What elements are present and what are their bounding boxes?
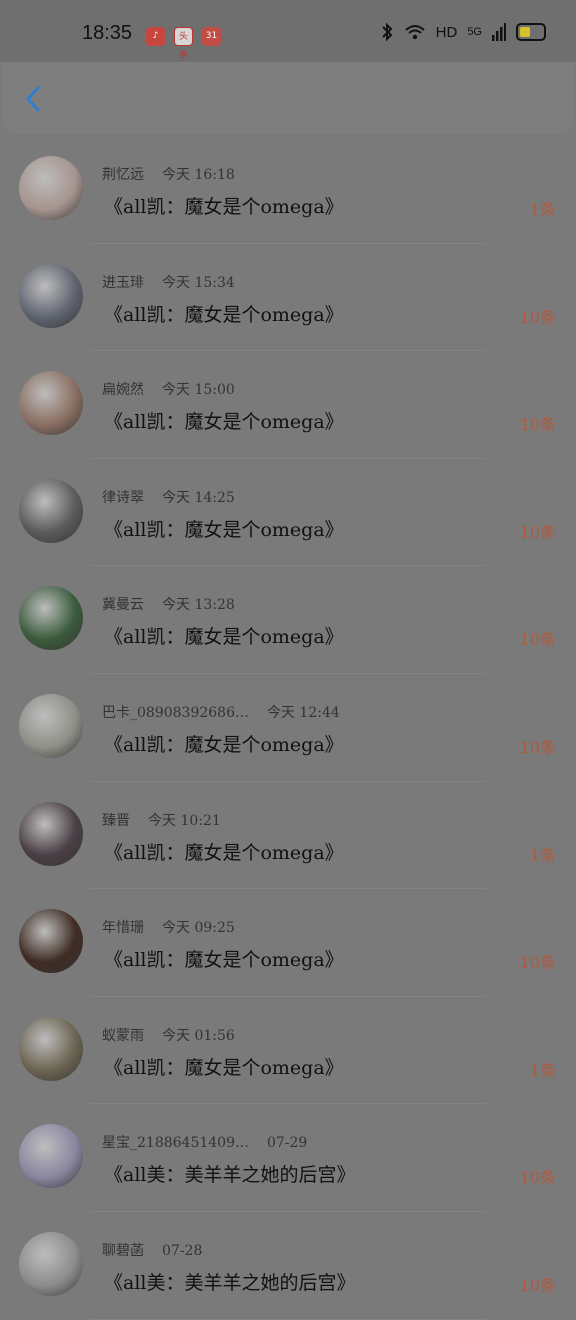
avatar[interactable] bbox=[19, 586, 83, 651]
sender-name: 蚁蒙雨 bbox=[102, 1027, 144, 1044]
hd-indicator: HD bbox=[435, 23, 458, 41]
message-time: 今天 13:28 bbox=[162, 597, 235, 614]
wifi-icon bbox=[404, 25, 425, 40]
list-item[interactable]: 冀曼云 今天 13:28 《all凯：魔女是个omega》 10条 bbox=[0, 566, 576, 674]
list-item[interactable]: 荆忆远 今天 16:18 《all凯：魔女是个omega》 1条 bbox=[0, 136, 576, 244]
sender-name: 扁婉然 bbox=[102, 382, 144, 399]
message-title: 《all凯：魔女是个omega》 bbox=[104, 949, 344, 972]
sender-name: 冀曼云 bbox=[102, 597, 144, 614]
sender-name: 星宝_21886451409… bbox=[102, 1135, 249, 1152]
message-title: 《all凯：魔女是个omega》 bbox=[104, 1056, 344, 1079]
message-count: 10条 bbox=[519, 1275, 556, 1295]
network-indicator: 5G bbox=[467, 26, 482, 38]
divider bbox=[90, 1318, 486, 1320]
list-item[interactable]: 蚁蒙雨 今天 01:56 《all凯：魔女是个omega》 1条 bbox=[0, 997, 576, 1105]
message-count: 1条 bbox=[529, 1060, 556, 1080]
list-item[interactable]: 巴卡_08908392686… 今天 12:44 《all凯：魔女是个omega》… bbox=[0, 674, 576, 782]
list-item[interactable]: 律诗翠 今天 14:25 《all凯：魔女是个omega》 10条 bbox=[0, 459, 576, 567]
sender-line: 聊碧菡 07-28 bbox=[102, 1240, 202, 1260]
message-time: 07-29 bbox=[266, 1135, 308, 1152]
avatar[interactable] bbox=[19, 156, 83, 220]
avatar[interactable] bbox=[19, 1016, 83, 1081]
message-title: 《all凯：魔女是个omega》 bbox=[104, 841, 344, 864]
message-title: 《all美：美羊羊之她的后宫》 bbox=[104, 1164, 356, 1187]
message-count: 10条 bbox=[519, 415, 556, 435]
message-time: 今天 10:21 bbox=[148, 812, 221, 829]
sender-line: 冀曼云 今天 13:28 bbox=[102, 594, 235, 614]
sender-line: 荆忆远 今天 16:18 bbox=[102, 164, 235, 184]
header-bar bbox=[2, 62, 574, 134]
message-time: 今天 14:25 bbox=[162, 489, 235, 506]
message-time: 今天 09:25 bbox=[162, 920, 235, 937]
message-list: 荆忆远 今天 16:18 《all凯：魔女是个omega》 1条 进玉琲 今天 15… bbox=[0, 136, 576, 1320]
list-item[interactable]: 进玉琲 今天 15:34 《all凯：魔女是个omega》 10条 bbox=[0, 244, 576, 352]
status-bar: 18:35 ♪ 头条 31 HD 5G bbox=[0, 0, 576, 62]
avatar[interactable] bbox=[19, 909, 83, 974]
sender-name: 聊碧菡 bbox=[102, 1242, 144, 1259]
sender-line: 年惜珊 今天 09:25 bbox=[102, 917, 235, 937]
message-count: 10条 bbox=[519, 630, 556, 650]
sender-name: 荆忆远 bbox=[102, 167, 144, 183]
battery-icon bbox=[516, 23, 546, 41]
signal-icon bbox=[492, 23, 506, 41]
list-item[interactable]: 星宝_21886451409… 07-29 《all美：美羊羊之她的后宫》 10条 bbox=[0, 1104, 576, 1212]
music-app-icon: ♪ bbox=[146, 27, 165, 46]
message-time: 今天 12:44 bbox=[266, 704, 340, 721]
avatar[interactable] bbox=[19, 1124, 83, 1189]
list-item[interactable]: 扁婉然 今天 15:00 《all凯：魔女是个omega》 10条 bbox=[0, 351, 576, 459]
system-icons: HD 5G bbox=[380, 22, 546, 42]
sender-line: 律诗翠 今天 14:25 bbox=[102, 487, 235, 507]
message-title: 《all凯：魔女是个omega》 bbox=[104, 733, 344, 756]
message-time: 07-28 bbox=[162, 1242, 203, 1259]
message-time: 今天 01:56 bbox=[162, 1027, 235, 1044]
message-time: 今天 16:18 bbox=[162, 167, 235, 183]
message-title: 《all凯：魔女是个omega》 bbox=[104, 196, 344, 218]
message-title: 《all凯：魔女是个omega》 bbox=[104, 518, 344, 541]
list-item[interactable]: 聊碧菡 07-28 《all美：美羊羊之她的后宫》 10条 bbox=[0, 1212, 576, 1320]
message-title: 《all美：美羊羊之她的后宫》 bbox=[104, 1271, 356, 1294]
sender-name: 年惜珊 bbox=[102, 920, 144, 937]
message-count: 10条 bbox=[519, 522, 556, 542]
message-time: 今天 15:00 bbox=[162, 382, 235, 399]
chevron-left-icon[interactable] bbox=[20, 84, 50, 114]
app-notification-icon: 31 bbox=[202, 27, 221, 46]
avatar[interactable] bbox=[19, 263, 83, 328]
sender-line: 蚁蒙雨 今天 01:56 bbox=[102, 1025, 235, 1045]
message-count: 10条 bbox=[519, 1168, 556, 1188]
sender-line: 扁婉然 今天 15:00 bbox=[102, 379, 235, 399]
message-count: 1条 bbox=[529, 200, 556, 219]
sender-name: 巴卡_08908392686… bbox=[102, 704, 249, 721]
list-item[interactable]: 年惜珊 今天 09:25 《all凯：魔女是个omega》 10条 bbox=[0, 889, 576, 997]
list-item[interactable]: 臻晋 今天 10:21 《all凯：魔女是个omega》 1条 bbox=[0, 782, 576, 890]
message-count: 10条 bbox=[519, 737, 556, 757]
bluetooth-icon bbox=[381, 22, 393, 42]
message-time: 今天 15:34 bbox=[162, 274, 235, 291]
sender-line: 臻晋 今天 10:21 bbox=[102, 810, 221, 830]
avatar[interactable] bbox=[19, 1231, 83, 1296]
message-title: 《all凯：魔女是个omega》 bbox=[104, 626, 344, 649]
message-title: 《all凯：魔女是个omega》 bbox=[104, 411, 344, 434]
message-title: 《all凯：魔女是个omega》 bbox=[104, 303, 344, 326]
avatar[interactable] bbox=[19, 478, 83, 543]
message-count: 10条 bbox=[519, 953, 556, 973]
toutiao-app-icon: 头条 bbox=[174, 27, 193, 61]
sender-line: 进玉琲 今天 15:34 bbox=[102, 272, 235, 292]
avatar[interactable] bbox=[19, 801, 83, 866]
message-count: 10条 bbox=[519, 307, 556, 327]
status-time: 18:35 bbox=[82, 22, 133, 44]
sender-name: 进玉琲 bbox=[102, 274, 144, 291]
message-count: 1条 bbox=[529, 845, 556, 865]
sender-line: 星宝_21886451409… 07-29 bbox=[102, 1132, 307, 1152]
sender-line: 巴卡_08908392686… 今天 12:44 bbox=[102, 702, 340, 722]
sender-name: 臻晋 bbox=[102, 812, 130, 829]
sender-name: 律诗翠 bbox=[102, 489, 144, 506]
avatar[interactable] bbox=[19, 693, 83, 758]
avatar[interactable] bbox=[19, 371, 83, 436]
